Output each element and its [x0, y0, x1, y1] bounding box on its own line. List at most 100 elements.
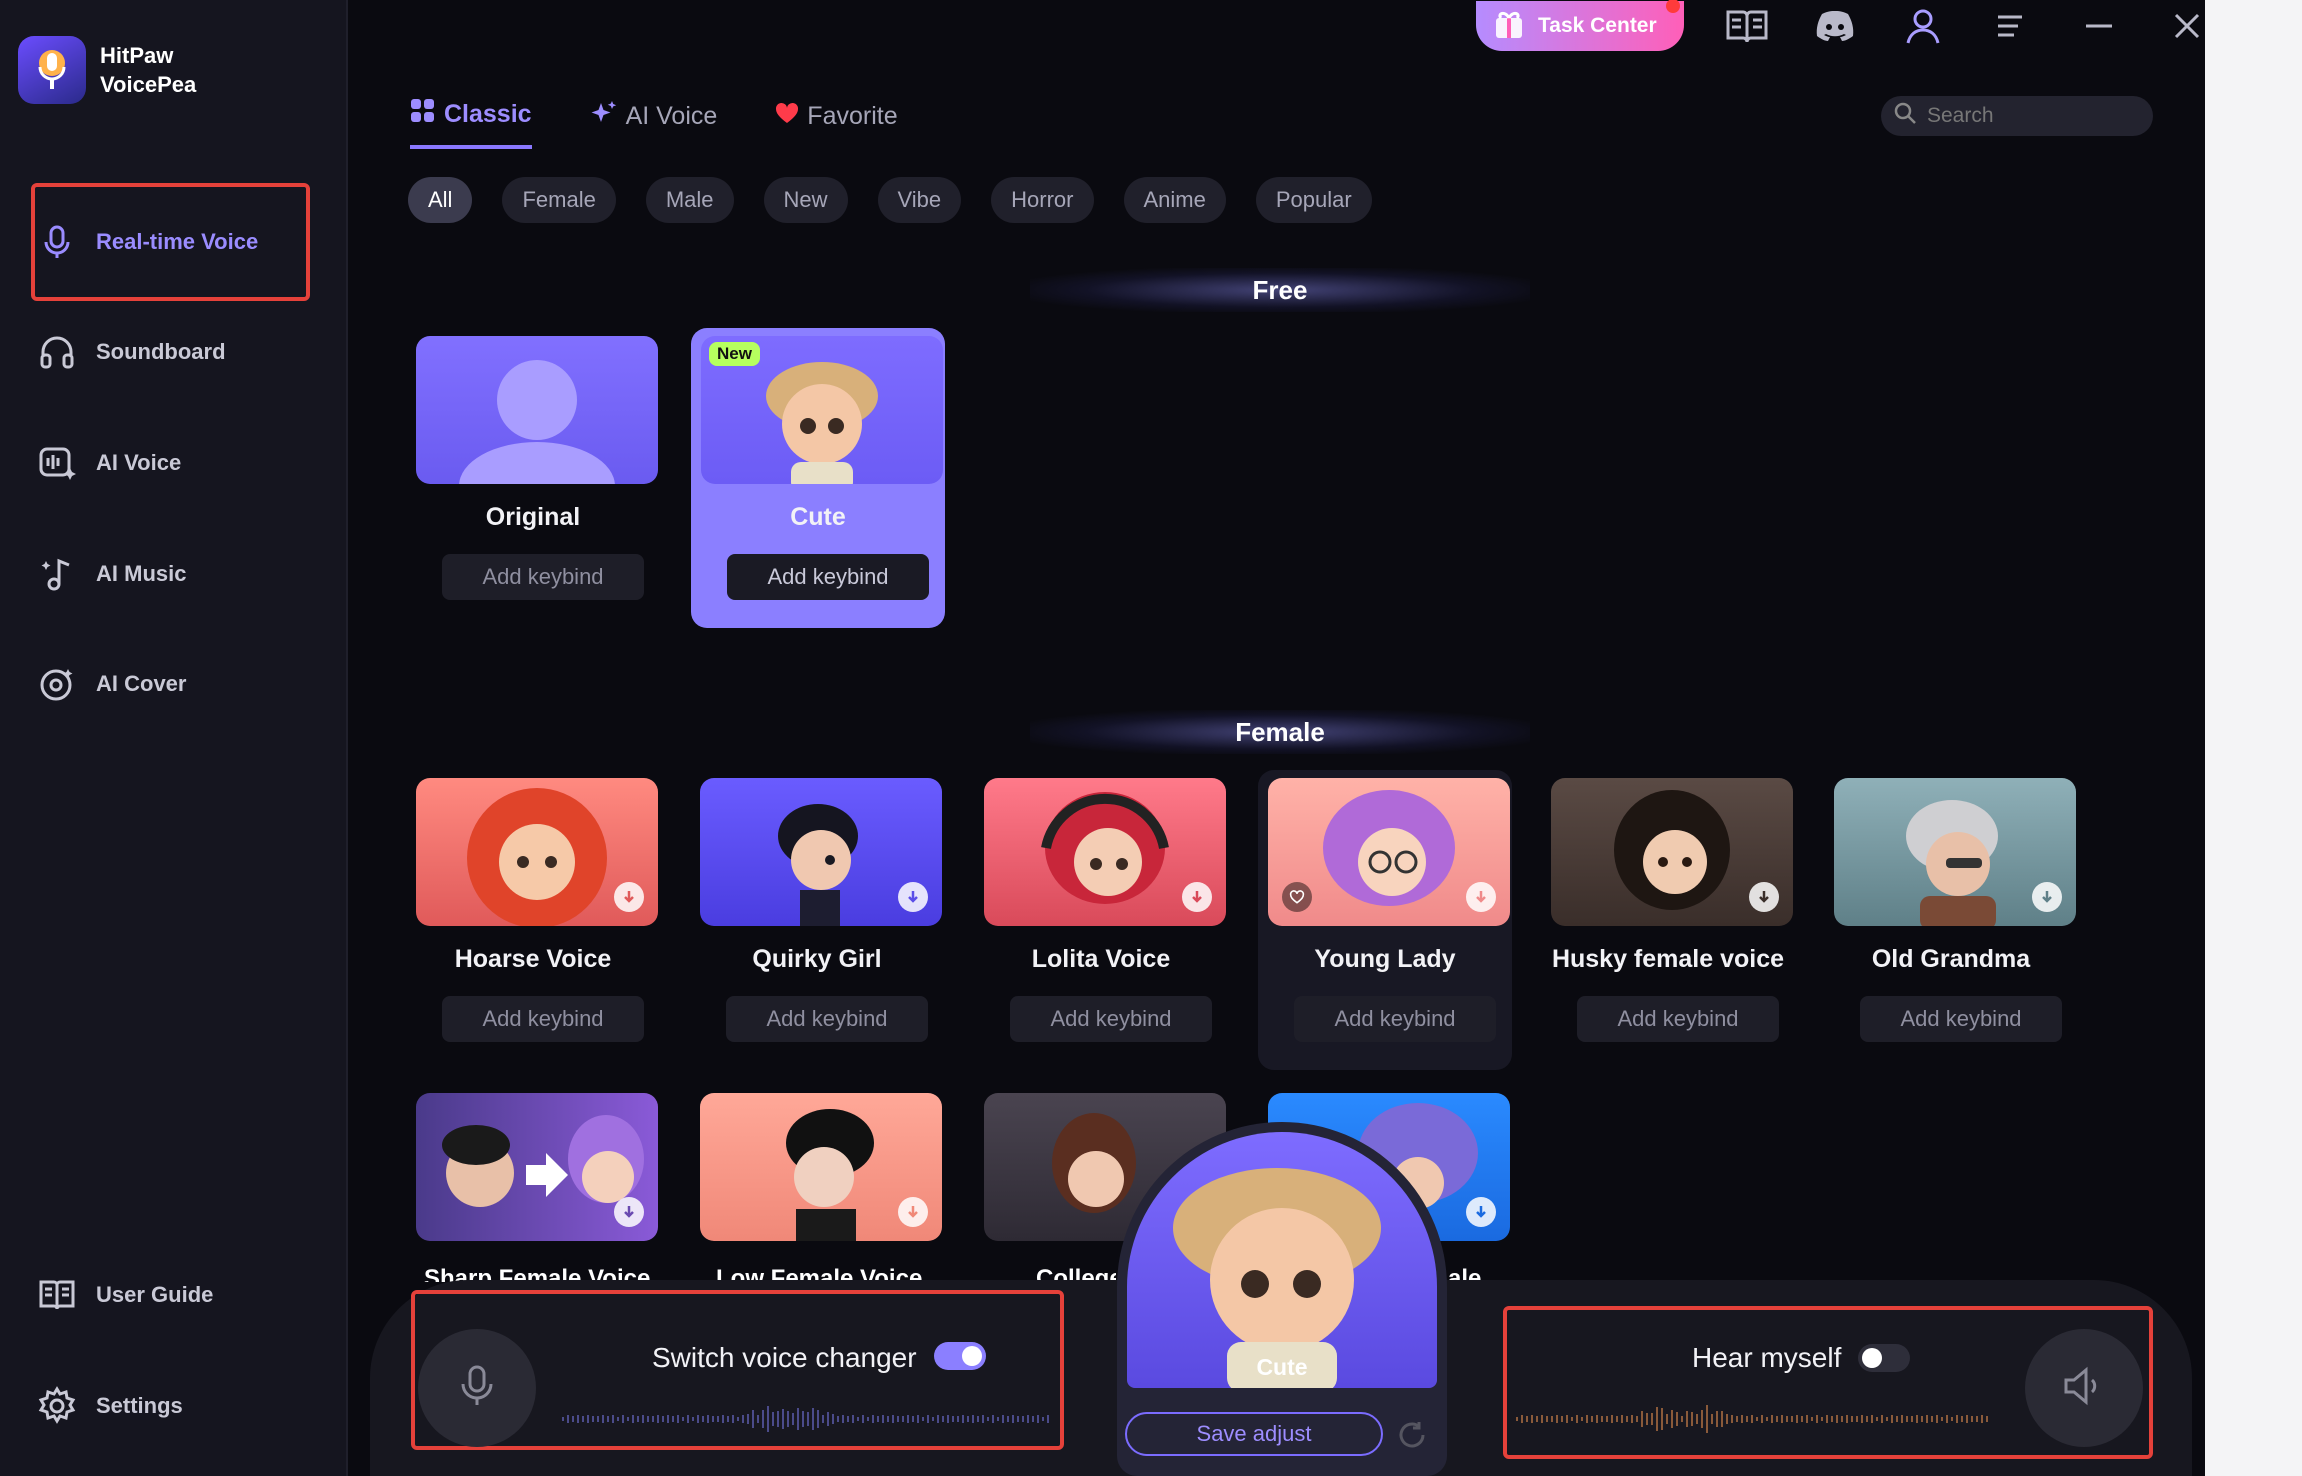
waveform-bar — [677, 1415, 679, 1423]
waveform-bar — [1786, 1415, 1788, 1423]
minimize-icon[interactable] — [2074, 1, 2124, 51]
waveform-bar — [1546, 1415, 1548, 1423]
save-adjust-button[interactable]: Save adjust — [1125, 1412, 1383, 1456]
sidebar-item-realtime-voice[interactable]: Real-time Voice — [36, 215, 258, 269]
waveform-bar — [1876, 1416, 1878, 1422]
chip-female[interactable]: Female — [502, 177, 616, 223]
download-icon[interactable] — [1466, 882, 1496, 912]
chip-all[interactable]: All — [408, 177, 473, 223]
waveform-bar — [1032, 1416, 1034, 1422]
voice-name: Lolita Voice — [1031, 945, 1171, 973]
user-icon[interactable] — [1898, 1, 1948, 51]
sidebar-item-settings[interactable]: Settings — [36, 1379, 183, 1433]
waveform-bar — [1671, 1410, 1673, 1428]
heart-icon — [775, 102, 799, 131]
waveform-bar — [1042, 1416, 1044, 1422]
sidebar-item-soundboard[interactable]: Soundboard — [36, 325, 226, 379]
voice-card-quirky-girl[interactable]: Quirky Girl Add keybind — [690, 770, 944, 1070]
waveform-bar — [1726, 1414, 1728, 1424]
waveform-bar — [1666, 1414, 1668, 1424]
add-keybind-button[interactable]: Add keybind — [727, 554, 929, 600]
add-keybind-button[interactable]: Add keybind — [442, 554, 644, 600]
hear-myself-toggle[interactable] — [1858, 1344, 1910, 1372]
voice-card-young-lady[interactable]: Young Lady Add keybind — [1258, 770, 1512, 1070]
tab-ai-voice[interactable]: AI Voice — [590, 98, 717, 149]
chip-new[interactable]: New — [763, 177, 848, 223]
waveform-bar — [792, 1413, 794, 1425]
discord-icon[interactable] — [1810, 1, 1860, 51]
waveform-bar — [1896, 1416, 1898, 1422]
waveform-bar — [1676, 1411, 1678, 1427]
search-input[interactable]: Search — [1881, 96, 2153, 136]
download-icon[interactable] — [1466, 1197, 1496, 1227]
chip-horror[interactable]: Horror — [991, 177, 1094, 223]
brand-name-line1: HitPaw — [100, 43, 174, 68]
voice-card-husky-female-voice[interactable]: Husky female voice Add keybind — [1541, 770, 1795, 1070]
waveform-bar — [1571, 1416, 1573, 1422]
tab-favorite[interactable]: Favorite — [775, 98, 898, 149]
download-icon[interactable] — [898, 1197, 928, 1227]
sidebar-item-label: AI Cover — [96, 671, 187, 696]
waveform-bar — [672, 1416, 674, 1422]
switch-voice-changer-toggle[interactable] — [934, 1342, 986, 1370]
waveform-bar — [687, 1415, 689, 1423]
waveform-bar — [772, 1411, 774, 1427]
add-keybind-button[interactable]: Add keybind — [726, 996, 928, 1042]
waveform-bar — [1986, 1416, 1988, 1422]
waveform-bar — [1831, 1416, 1833, 1422]
voice-card-hoarse-voice[interactable]: Hoarse Voice Add keybind — [406, 770, 660, 1070]
guide-book-icon[interactable] — [1722, 1, 1772, 51]
waveform-bar — [1941, 1416, 1943, 1422]
waveform-bar — [1961, 1416, 1963, 1422]
tab-classic[interactable]: Classic — [410, 98, 532, 149]
voice-card-low-female-voice[interactable] — [690, 1085, 944, 1275]
speaker-button[interactable] — [2025, 1329, 2143, 1447]
waveform-bar — [1826, 1415, 1828, 1423]
download-icon[interactable] — [614, 882, 644, 912]
waveform-bar — [747, 1414, 749, 1424]
add-keybind-button[interactable]: Add keybind — [1010, 996, 1212, 1042]
chip-anime[interactable]: Anime — [1123, 177, 1226, 223]
waveform-bar — [1526, 1416, 1528, 1422]
download-icon[interactable] — [1182, 882, 1212, 912]
waveform-bar — [1531, 1415, 1533, 1423]
favorite-heart-icon[interactable] — [1282, 882, 1312, 912]
grid-icon — [410, 98, 436, 131]
voice-card-original[interactable]: Original Add keybind — [406, 328, 660, 628]
waveform-bar — [1626, 1416, 1628, 1422]
menu-icon[interactable] — [1986, 1, 2036, 51]
waveform-bar — [1616, 1415, 1618, 1423]
waveform-bar — [1661, 1408, 1663, 1430]
current-voice-name: Cute — [1256, 1354, 1308, 1380]
sidebar-item-ai-music[interactable]: AI Music — [36, 547, 186, 601]
sidebar-item-user-guide[interactable]: User Guide — [36, 1268, 213, 1322]
waveform-bar — [1736, 1415, 1738, 1423]
chip-popular[interactable]: Popular — [1255, 177, 1372, 223]
voice-card-old-grandma[interactable]: Old Grandma Add keybind — [1824, 770, 2078, 1070]
chip-male[interactable]: Male — [645, 177, 734, 223]
voice-card-lolita-voice[interactable]: Lolita Voice Add keybind — [974, 770, 1228, 1070]
microphone-button[interactable] — [418, 1329, 536, 1447]
download-icon[interactable] — [614, 1197, 644, 1227]
waveform-bar — [1631, 1414, 1633, 1424]
chip-vibe[interactable]: Vibe — [877, 177, 962, 223]
reset-icon[interactable] — [1397, 1420, 1427, 1450]
waveform-bar — [1576, 1415, 1578, 1423]
voice-card-sharp-female-voice[interactable] — [406, 1085, 660, 1275]
sidebar-item-ai-voice[interactable]: AI Voice — [36, 436, 181, 490]
waveform-bar — [1956, 1415, 1958, 1423]
download-icon[interactable] — [2032, 882, 2062, 912]
add-keybind-button[interactable]: Add keybind — [1294, 996, 1496, 1042]
voice-card-cute[interactable]: New Cute Add keybind — [691, 328, 945, 628]
waveform-bar — [952, 1415, 954, 1423]
add-keybind-button[interactable]: Add keybind — [1860, 996, 2062, 1042]
avatar — [1834, 778, 2076, 926]
download-icon[interactable] — [898, 882, 928, 912]
task-center-button[interactable]: Task Center — [1476, 0, 1684, 51]
waveform-bar — [1906, 1415, 1908, 1423]
add-keybind-button[interactable]: Add keybind — [1577, 996, 1779, 1042]
waveform-bar — [1551, 1415, 1553, 1423]
sidebar-item-ai-cover[interactable]: AI Cover — [36, 657, 186, 711]
add-keybind-button[interactable]: Add keybind — [442, 996, 644, 1042]
download-icon[interactable] — [1749, 882, 1779, 912]
